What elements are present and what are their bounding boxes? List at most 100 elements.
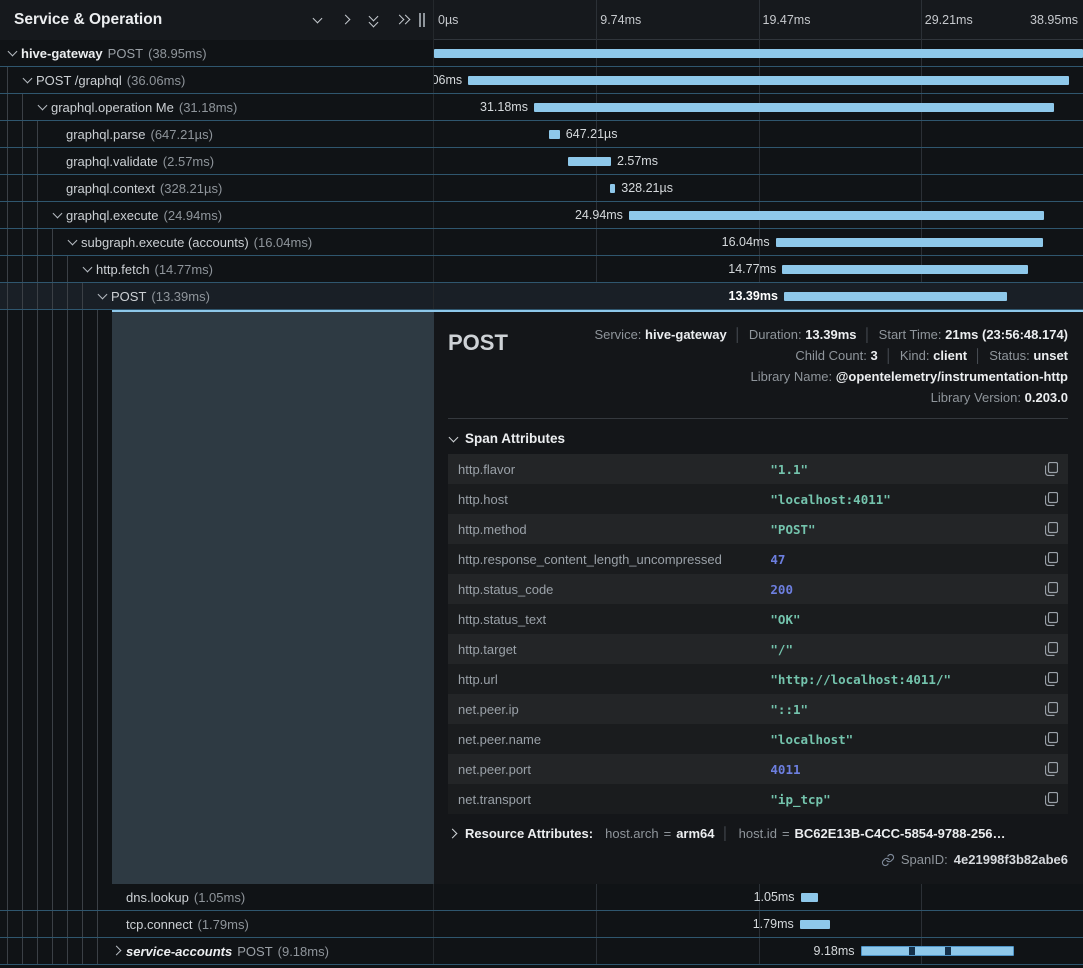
span-name-cell[interactable]: graphql.context(328.21µs)	[0, 175, 434, 201]
span-row[interactable]: http.fetch(14.77ms) 14.77ms	[0, 256, 1083, 283]
span-row[interactable]: graphql.context(328.21µs) 328.21µs	[0, 175, 1083, 202]
span-bar-cell[interactable]: 2.57ms	[434, 148, 1083, 174]
expand-chevron-icon[interactable]	[82, 262, 96, 276]
span-name-cell[interactable]: service-accountsPOST(9.18ms)	[0, 938, 434, 964]
span-row[interactable]: subgraph.execute (accounts)(16.04ms) 16.…	[0, 229, 1083, 256]
copy-icon[interactable]	[1045, 732, 1058, 746]
span-bar-cell[interactable]: 16.04ms	[434, 229, 1083, 255]
span-row[interactable]: service-accountsPOST(9.18ms) 9.18ms	[0, 938, 1083, 965]
span-attributes-section-header[interactable]: Span Attributes	[448, 431, 1068, 446]
span-bar-cell[interactable]: 14.77ms	[434, 256, 1083, 282]
chevron-right-icon[interactable]	[340, 13, 353, 27]
span-name-cell[interactable]: graphql.parse(647.21µs)	[0, 121, 434, 147]
copy-icon[interactable]	[1045, 552, 1058, 566]
indent-guides	[7, 256, 82, 282]
span-bar[interactable]	[568, 157, 611, 166]
span-name-cell[interactable]: POST /graphql(36.06ms)	[0, 67, 434, 93]
span-bar[interactable]	[434, 49, 1083, 58]
resource-attributes-section[interactable]: Resource Attributes: host.arch=arm64 │ h…	[448, 826, 1068, 841]
double-chevron-down-icon[interactable]	[368, 13, 381, 27]
expand-chevron-icon[interactable]	[52, 181, 66, 195]
span-bar-cell[interactable]: 31.18ms	[434, 94, 1083, 120]
expand-chevron-icon[interactable]	[112, 944, 126, 958]
span-bar-cell[interactable]: 38.95ms	[434, 40, 1083, 66]
operation-name: POST	[111, 289, 146, 304]
operation-name: graphql.validate	[66, 154, 158, 169]
copy-icon[interactable]	[1045, 762, 1058, 776]
span-row[interactable]: graphql.validate(2.57ms) 2.57ms	[0, 148, 1083, 175]
span-bar-cell[interactable]: 1.05ms	[434, 884, 1083, 910]
span-name-cell[interactable]: http.fetch(14.77ms)	[0, 256, 434, 282]
span-name-cell[interactable]: tcp.connect(1.79ms)	[0, 911, 434, 937]
expand-chevron-icon[interactable]	[112, 917, 126, 931]
expand-chevron-icon[interactable]	[67, 235, 81, 249]
span-row[interactable]: POST(13.39ms) 13.39ms	[0, 283, 1083, 310]
duration-text: (9.18ms)	[278, 944, 329, 959]
span-name-cell[interactable]: POST(13.39ms)	[0, 283, 434, 309]
span-bar-duration: 36.06ms	[434, 73, 462, 87]
span-name-cell[interactable]: subgraph.execute (accounts)(16.04ms)	[0, 229, 434, 255]
span-bar-cell[interactable]: 9.18ms	[434, 938, 1083, 964]
span-row[interactable]: tcp.connect(1.79ms) 1.79ms	[0, 911, 1083, 938]
span-name-cell[interactable]: graphql.operation Me(31.18ms)	[0, 94, 434, 120]
span-bar[interactable]	[610, 184, 615, 193]
column-resize-handle[interactable]	[419, 13, 425, 27]
copy-icon[interactable]	[1045, 792, 1058, 806]
span-bar[interactable]	[549, 130, 560, 139]
operation-name: subgraph.execute (accounts)	[81, 235, 249, 250]
span-name-cell[interactable]: hive-gatewayPOST(38.95ms)	[0, 40, 434, 66]
span-bar[interactable]	[468, 76, 1069, 85]
span-row[interactable]: POST /graphql(36.06ms) 36.06ms	[0, 67, 1083, 94]
copy-icon[interactable]	[1045, 702, 1058, 716]
span-bar-cell[interactable]: 36.06ms	[434, 67, 1083, 93]
span-bar-cell[interactable]: 24.94ms	[434, 202, 1083, 228]
span-name-cell[interactable]: dns.lookup(1.05ms)	[0, 884, 434, 910]
span-row[interactable]: graphql.parse(647.21µs) 647.21µs	[0, 121, 1083, 148]
copy-icon[interactable]	[1045, 522, 1058, 536]
span-bar[interactable]	[861, 946, 1014, 956]
span-row[interactable]: graphql.operation Me(31.18ms) 31.18ms	[0, 94, 1083, 121]
indent-guides	[7, 283, 97, 309]
span-row[interactable]: graphql.execute(24.94ms) 24.94ms	[0, 202, 1083, 229]
span-bar-duration: 13.39ms	[729, 289, 778, 303]
copy-icon[interactable]	[1045, 582, 1058, 596]
indent-guides	[7, 911, 112, 937]
copy-icon[interactable]	[1045, 492, 1058, 506]
copy-icon[interactable]	[1045, 672, 1058, 686]
span-name-cell[interactable]: graphql.execute(24.94ms)	[0, 202, 434, 228]
span-bar-cell[interactable]: 647.21µs	[434, 121, 1083, 147]
duration-text: (38.95ms)	[148, 46, 207, 61]
span-bar[interactable]	[776, 238, 1043, 247]
operation-name: POST	[108, 46, 143, 61]
chevron-down-icon[interactable]	[312, 13, 325, 27]
expand-chevron-icon[interactable]	[52, 127, 66, 141]
expand-chevron-icon[interactable]	[37, 100, 51, 114]
detail-content: POST Service: hive-gateway│Duration: 13.…	[434, 310, 1083, 884]
span-rows-top: hive-gatewayPOST(38.95ms) 38.95ms POST /…	[0, 40, 1083, 310]
span-name-cell[interactable]: graphql.validate(2.57ms)	[0, 148, 434, 174]
expand-chevron-icon[interactable]	[7, 46, 21, 60]
span-bar[interactable]	[782, 265, 1028, 274]
span-row[interactable]: dns.lookup(1.05ms) 1.05ms	[0, 884, 1083, 911]
span-row[interactable]: hive-gatewayPOST(38.95ms) 38.95ms	[0, 40, 1083, 67]
expand-chevron-icon[interactable]	[112, 890, 126, 904]
link-icon[interactable]	[881, 853, 895, 867]
copy-icon[interactable]	[1045, 462, 1058, 476]
span-bar[interactable]	[629, 211, 1045, 220]
span-bar[interactable]	[784, 292, 1007, 301]
span-id-label: SpanID:	[901, 852, 948, 867]
copy-icon[interactable]	[1045, 642, 1058, 656]
span-bar-cell[interactable]: 1.79ms	[434, 911, 1083, 937]
copy-icon[interactable]	[1045, 612, 1058, 626]
expand-chevron-icon[interactable]	[22, 73, 36, 87]
service-operation-header: Service & Operation	[0, 0, 434, 40]
expand-chevron-icon[interactable]	[52, 208, 66, 222]
span-bar[interactable]	[534, 103, 1054, 112]
expand-chevron-icon[interactable]	[97, 289, 111, 303]
span-bar-cell[interactable]: 13.39ms	[434, 283, 1083, 309]
span-bar[interactable]	[800, 920, 830, 929]
expand-chevron-icon[interactable]	[52, 154, 66, 168]
double-chevron-right-icon[interactable]	[396, 13, 409, 27]
span-bar-cell[interactable]: 328.21µs	[434, 175, 1083, 201]
span-bar[interactable]	[801, 893, 818, 902]
